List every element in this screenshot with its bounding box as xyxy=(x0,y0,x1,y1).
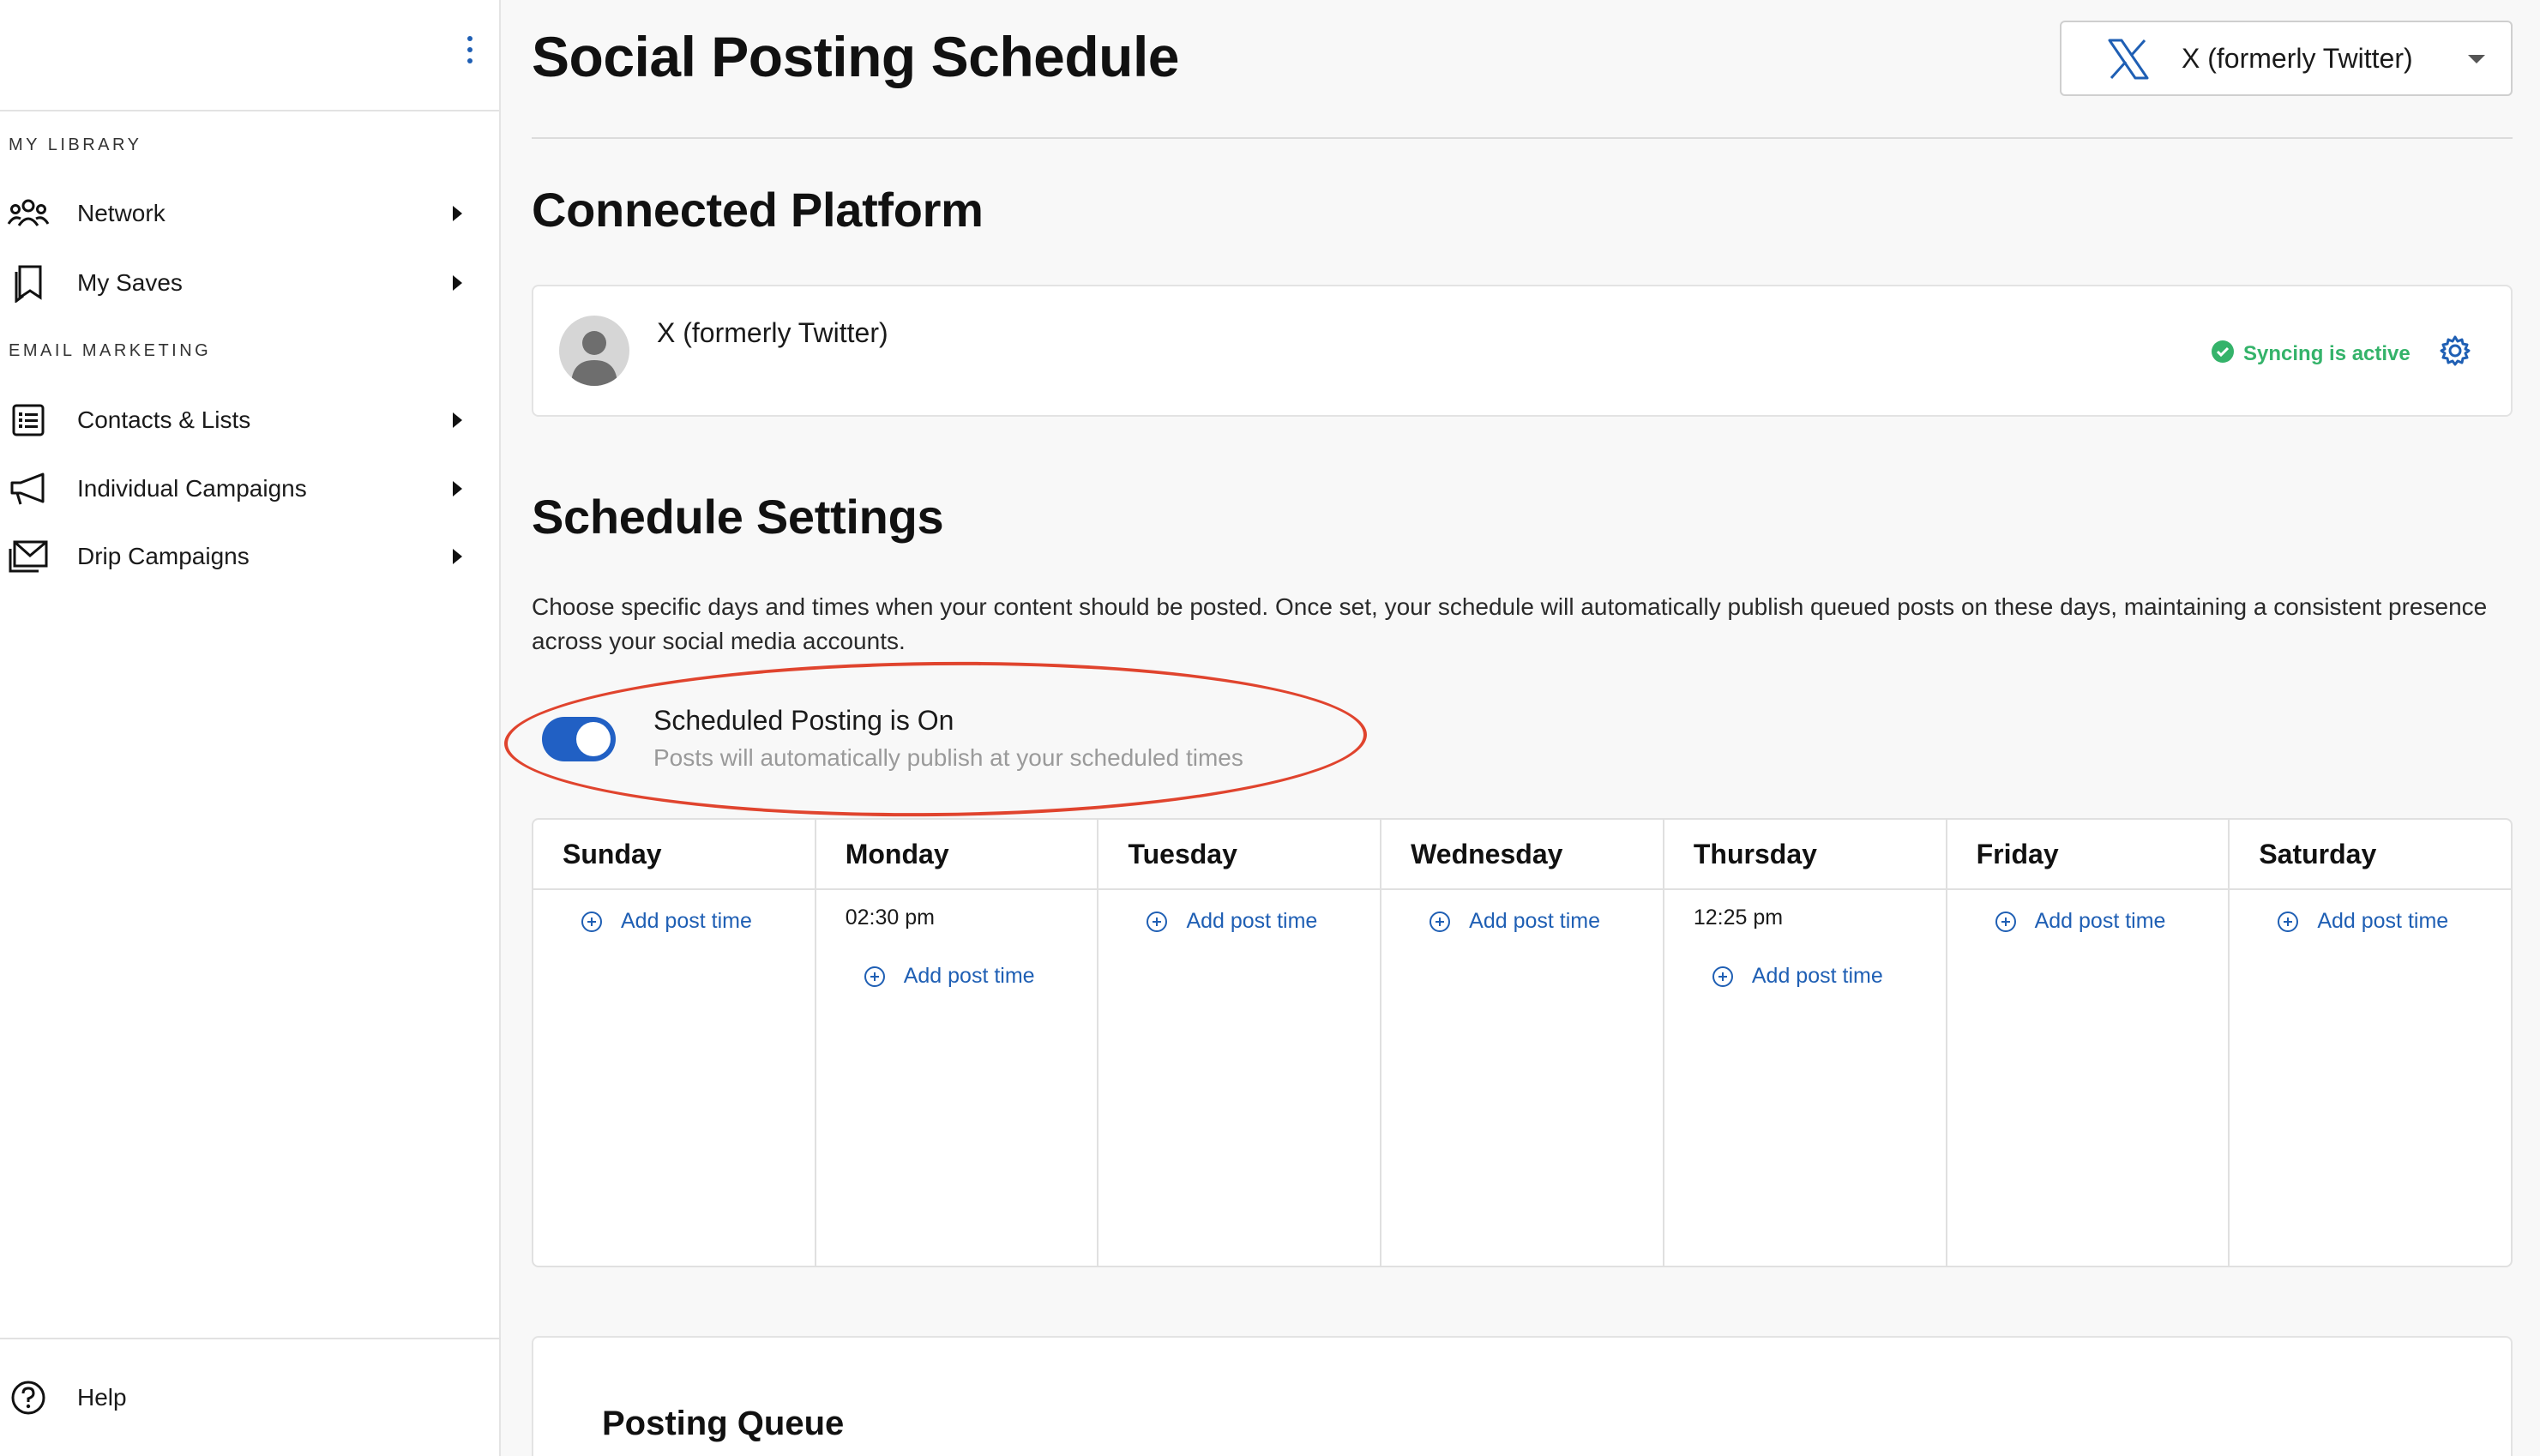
main-content: Social Posting Schedule X (formerly Twit… xyxy=(503,0,2513,1456)
day-column-tuesday: Tuesday Add post time xyxy=(1098,820,1382,1266)
sidebar-item-label: Drip Campaigns xyxy=(77,543,250,569)
add-post-time-label: Add post time xyxy=(621,909,752,933)
day-column-monday: Monday 02:30 pm Add post time xyxy=(816,820,1099,1266)
toggle-subtitle: Posts will automatically publish at your… xyxy=(653,744,1243,771)
day-column-friday: Friday Add post time xyxy=(1947,820,2230,1266)
header-divider xyxy=(532,137,2513,139)
day-column-saturday: Saturday Add post time xyxy=(2230,820,2511,1266)
day-column-wednesday: Wednesday Add post time xyxy=(1381,820,1664,1266)
add-post-time-button[interactable]: Add post time xyxy=(1430,909,1600,934)
plus-circle-icon xyxy=(1430,911,1451,932)
posting-queue-title: Posting Queue xyxy=(602,1405,845,1442)
day-header: Monday xyxy=(816,820,1098,890)
sidebar-item-label: Network xyxy=(77,200,166,226)
add-post-time-label: Add post time xyxy=(2034,909,2166,933)
add-post-time-label: Add post time xyxy=(1751,964,1883,988)
plus-circle-icon xyxy=(864,966,885,987)
day-header: Tuesday xyxy=(1098,820,1381,890)
day-header: Wednesday xyxy=(1381,820,1663,890)
toggle-knob xyxy=(576,722,611,756)
day-column-sunday: Sunday Add post time xyxy=(533,820,816,1266)
sidebar-item-drip-campaigns[interactable]: Drip Campaigns xyxy=(0,526,501,587)
add-post-time-button[interactable]: Add post time xyxy=(1712,964,1883,989)
sidebar-header xyxy=(0,0,499,111)
page-title: Social Posting Schedule xyxy=(532,25,1180,88)
megaphone-icon xyxy=(7,467,50,510)
sidebar-item-my-saves[interactable]: My Saves xyxy=(0,253,501,313)
toggle-title: Scheduled Posting is On xyxy=(653,705,954,736)
more-options-icon[interactable] xyxy=(460,33,480,67)
help-link[interactable]: Help xyxy=(0,1368,501,1428)
add-post-time-button[interactable]: Add post time xyxy=(1995,909,2166,934)
people-icon xyxy=(7,192,50,235)
bookmark-icon xyxy=(7,262,50,304)
scheduled-posting-toggle-row: Scheduled Posting is On Posts will autom… xyxy=(532,686,1389,780)
day-header: Sunday xyxy=(533,820,815,890)
weekly-schedule: Sunday Add post time Monday 02:30 pm Add… xyxy=(532,818,2513,1267)
post-time[interactable]: 02:30 pm xyxy=(846,905,935,930)
sidebar-item-label: Contacts & Lists xyxy=(77,406,251,433)
connected-platform-heading: Connected Platform xyxy=(532,183,984,237)
check-circle-icon xyxy=(2211,340,2235,368)
chevron-down-icon xyxy=(2468,55,2485,63)
add-post-time-label: Add post time xyxy=(1469,909,1601,933)
sidebar-item-contacts-lists[interactable]: Contacts & Lists xyxy=(0,390,501,450)
add-post-time-button[interactable]: Add post time xyxy=(581,909,752,934)
caret-right-icon xyxy=(453,481,462,496)
add-post-time-label: Add post time xyxy=(903,964,1035,988)
sync-status: Syncing is active xyxy=(2211,340,2411,368)
section-label-my-library: MY LIBRARY xyxy=(9,135,142,154)
sync-status-text: Syncing is active xyxy=(2243,341,2411,365)
plus-circle-icon xyxy=(1995,911,2016,932)
sidebar-item-label: My Saves xyxy=(77,269,183,296)
sidebar-item-label: Individual Campaigns xyxy=(77,475,307,502)
caret-right-icon xyxy=(453,412,462,428)
help-label: Help xyxy=(77,1384,127,1411)
posting-queue-card: Posting Queue xyxy=(532,1336,2513,1456)
add-post-time-button[interactable]: Add post time xyxy=(864,964,1035,989)
scheduled-posting-toggle[interactable] xyxy=(542,717,616,761)
caret-right-icon xyxy=(453,275,462,291)
sidebar-footer: Help xyxy=(0,1338,501,1456)
caret-right-icon xyxy=(453,206,462,221)
day-header: Thursday xyxy=(1664,820,1946,890)
avatar xyxy=(559,316,629,386)
plus-circle-icon xyxy=(1147,911,1168,932)
post-time[interactable]: 12:25 pm xyxy=(1694,905,1783,930)
gear-icon[interactable] xyxy=(2439,334,2471,371)
x-logo-icon xyxy=(2106,38,2151,85)
platform-name: X (formerly Twitter) xyxy=(657,317,888,348)
plus-circle-icon xyxy=(2278,911,2299,932)
list-icon xyxy=(7,399,50,442)
add-post-time-label: Add post time xyxy=(1186,909,1318,933)
day-column-thursday: Thursday 12:25 pm Add post time xyxy=(1664,820,1947,1266)
caret-right-icon xyxy=(453,549,462,564)
add-post-time-button[interactable]: Add post time xyxy=(1147,909,1317,934)
platform-select-value: X (formerly Twitter) xyxy=(2182,43,2413,74)
section-label-email-marketing: EMAIL MARKETING xyxy=(9,341,212,360)
mail-icon xyxy=(7,535,50,578)
day-header: Friday xyxy=(1947,820,2229,890)
sidebar-item-individual-campaigns[interactable]: Individual Campaigns xyxy=(0,459,501,519)
connected-platform-card: X (formerly Twitter) Syncing is active xyxy=(532,285,2513,417)
schedule-description: Choose specific days and times when your… xyxy=(532,593,2488,654)
add-post-time-button[interactable]: Add post time xyxy=(2278,909,2448,934)
platform-select[interactable]: X (formerly Twitter) xyxy=(2060,21,2513,96)
help-icon xyxy=(7,1376,50,1419)
sidebar: MY LIBRARY Network My Saves EMAIL MARKET… xyxy=(0,0,501,1456)
day-header: Saturday xyxy=(2230,820,2511,890)
add-post-time-label: Add post time xyxy=(2317,909,2449,933)
plus-circle-icon xyxy=(1712,966,1733,987)
sidebar-item-network[interactable]: Network xyxy=(0,184,501,244)
schedule-settings-heading: Schedule Settings xyxy=(532,490,944,544)
plus-circle-icon xyxy=(581,911,602,932)
